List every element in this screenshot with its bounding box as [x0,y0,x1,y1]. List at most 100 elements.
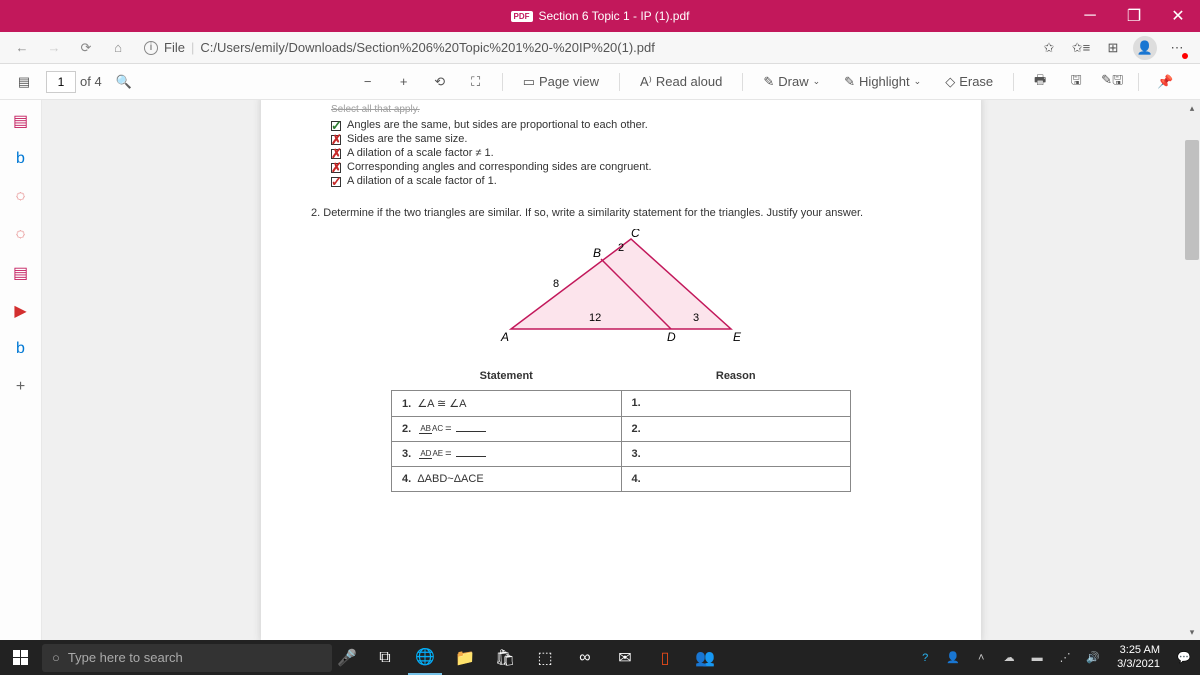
svg-text:B: B [593,246,601,260]
pdf-toolbar: ▤ of 4 🔍 − + ⟲ ⛶ ▭Page view A⁾Read aloud… [0,64,1200,100]
svg-text:2: 2 [618,242,624,254]
page-total-label: of 4 [80,74,102,89]
rail-add[interactable]: + [6,372,36,402]
pdf-badge: PDF [511,11,533,22]
chevron-up-icon[interactable]: ˄ [971,648,991,668]
checkbox-3 [331,149,341,159]
loop-icon[interactable]: ∞ [568,640,602,675]
read-aloud-button[interactable]: A⁾Read aloud [632,70,730,94]
rotate-icon[interactable]: ⟲ [426,68,454,96]
svg-text:A: A [500,330,509,344]
svg-text:3: 3 [693,312,699,324]
scrollbar[interactable]: ▴ ▾ [1184,100,1200,640]
rail-item-3[interactable]: ◌ [6,182,36,212]
sidebar-toggle-icon[interactable]: ▤ [10,68,38,96]
scroll-down-icon[interactable]: ▾ [1184,624,1200,640]
save-icon[interactable]: 🖫 [1062,68,1090,96]
mic-icon[interactable]: 🎤 [332,648,362,668]
save-as-icon[interactable]: ✎🖫 [1098,68,1126,96]
url-text[interactable]: C:/Users/emily/Downloads/Section%206%20T… [200,40,655,55]
page-view-button[interactable]: ▭Page view [515,70,607,94]
battery-icon[interactable]: ▬ [1027,648,1047,668]
store-icon[interactable]: 🛍 [488,640,522,675]
rail-item-7[interactable]: b [6,334,36,364]
highlight-button[interactable]: ✎Highlight⌄ [836,70,929,94]
checkbox-1 [331,121,341,131]
home-button[interactable]: ⌂ [104,34,132,62]
pdf-page: Select all that apply. Angles are the sa… [261,100,981,640]
scroll-thumb[interactable] [1185,140,1199,260]
clock[interactable]: 3:25 AM 3/3/2021 [1117,644,1160,670]
rail-item-4[interactable]: ◌ [6,220,36,250]
pdf-viewport[interactable]: Select all that apply. Angles are the sa… [42,100,1200,640]
menu-button[interactable]: ⋯ [1162,33,1192,63]
taskbar: ○ Type here to search 🎤 ⧉ 🌐 📁 🛍 ⬚ ∞ ✉ ▯ … [0,640,1200,675]
address-bar: ← → ⟳ ⌂ i File | C:/Users/emily/Download… [0,32,1200,64]
svg-text:E: E [733,330,742,344]
svg-text:12: 12 [589,312,601,324]
collections-icon[interactable]: ⊞ [1098,33,1128,63]
taskbar-search[interactable]: ○ Type here to search [42,644,332,672]
search-circle-icon: ○ [52,650,60,665]
teams-icon[interactable]: 👥 [688,640,722,675]
search-icon[interactable]: 🔍 [110,68,138,96]
rail-item-1[interactable]: ▤ [6,106,36,136]
volume-icon[interactable]: 🔊 [1083,648,1103,668]
rail-item-2[interactable]: b [6,144,36,174]
svg-text:8: 8 [553,278,559,290]
checkbox-5 [331,177,341,187]
svg-text:C: C [631,229,640,240]
triangle-figure: A B C D E 8 2 12 3 [301,229,941,349]
select-header: Select all that apply. [331,104,941,115]
scroll-up-icon[interactable]: ▴ [1184,100,1200,116]
edge-icon[interactable]: 🌐 [408,640,442,675]
minimize-button[interactable]: ─ [1068,0,1112,32]
erase-button[interactable]: ◇Erase [937,70,1001,94]
svg-text:D: D [667,330,676,344]
dropbox-icon[interactable]: ⬚ [528,640,562,675]
print-icon[interactable]: 🖶 [1026,68,1054,96]
zoom-in-icon[interactable]: + [390,68,418,96]
check-text-2: Sides are the same size. [347,133,467,145]
proof-table: Statement Reason 1. ∠A ≅ ∠A 1. 2. ABAC= … [391,364,851,492]
rail-item-6[interactable]: ▶ [6,296,36,326]
checkbox-2 [331,135,341,145]
check-text-4: Corresponding angles and corresponding s… [347,161,652,173]
onedrive-icon[interactable]: ☁ [999,648,1019,668]
search-placeholder: Type here to search [68,650,183,665]
check-text-1: Angles are the same, but sides are propo… [347,119,648,131]
fit-icon[interactable]: ⛶ [462,68,490,96]
star-add-icon[interactable]: ✩ [1034,33,1064,63]
forward-button[interactable]: → [40,34,68,62]
people-icon[interactable]: 👤 [943,648,963,668]
explorer-icon[interactable]: 📁 [448,640,482,675]
file-label: File [164,40,185,55]
q2-text: Determine if the two triangles are simil… [323,207,863,219]
th-statement: Statement [392,364,622,391]
page-number-input[interactable] [46,71,76,93]
side-rail: ▤ b ◌ ◌ ▤ ▶ b + [0,100,42,640]
notifications-icon[interactable]: 💬 [1174,648,1194,668]
profile-avatar[interactable]: 👤 [1130,33,1160,63]
pin-icon[interactable]: 📌 [1151,68,1179,96]
task-view-icon[interactable]: ⧉ [368,640,402,675]
refresh-button[interactable]: ⟳ [72,34,100,62]
mail-icon[interactable]: ✉ [608,640,642,675]
favorites-icon[interactable]: ✩≡ [1066,33,1096,63]
info-icon[interactable]: i [144,41,158,55]
window-title: Section 6 Topic 1 - IP (1).pdf [539,9,690,23]
wifi-icon[interactable]: ⋰ [1055,648,1075,668]
draw-button[interactable]: ✎Draw⌄ [755,70,828,94]
help-icon[interactable]: ? [915,648,935,668]
maximize-button[interactable]: ❐ [1112,0,1156,32]
start-button[interactable] [0,640,40,675]
check-text-5: A dilation of a scale factor of 1. [347,175,497,187]
close-button[interactable]: ✕ [1156,0,1200,32]
office-icon[interactable]: ▯ [648,640,682,675]
back-button[interactable]: ← [8,34,36,62]
zoom-out-icon[interactable]: − [354,68,382,96]
checkbox-4 [331,163,341,173]
check-text-3: A dilation of a scale factor ≠ 1. [347,147,494,159]
th-reason: Reason [621,364,851,391]
rail-item-5[interactable]: ▤ [6,258,36,288]
